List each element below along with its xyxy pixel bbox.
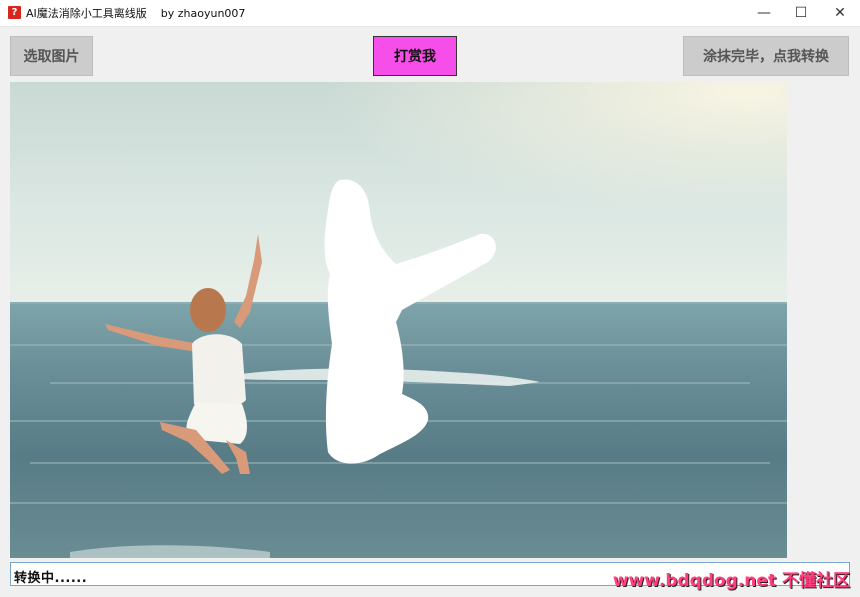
close-button[interactable]: ✕ bbox=[820, 0, 860, 26]
convert-button[interactable]: 涂抹完毕，点我转换 bbox=[683, 36, 849, 76]
maximize-button[interactable]: ☐ bbox=[781, 0, 821, 26]
minimize-button[interactable]: — bbox=[744, 0, 784, 26]
select-image-button[interactable]: 选取图片 bbox=[10, 36, 93, 76]
site-watermark: www.bdqdog.net 不懂社区 bbox=[612, 571, 850, 591]
app-icon: ? bbox=[8, 6, 21, 19]
donate-button[interactable]: 打赏我 bbox=[373, 36, 457, 76]
window-title: AI魔法消除小工具离线版 by zhaoyun007 bbox=[26, 7, 246, 20]
beach-photo bbox=[10, 82, 787, 558]
status-text: 转换中...... bbox=[14, 571, 88, 586]
title-bar: ? AI魔法消除小工具离线版 by zhaoyun007 — ☐ ✕ bbox=[0, 0, 860, 27]
image-canvas[interactable] bbox=[10, 82, 787, 558]
